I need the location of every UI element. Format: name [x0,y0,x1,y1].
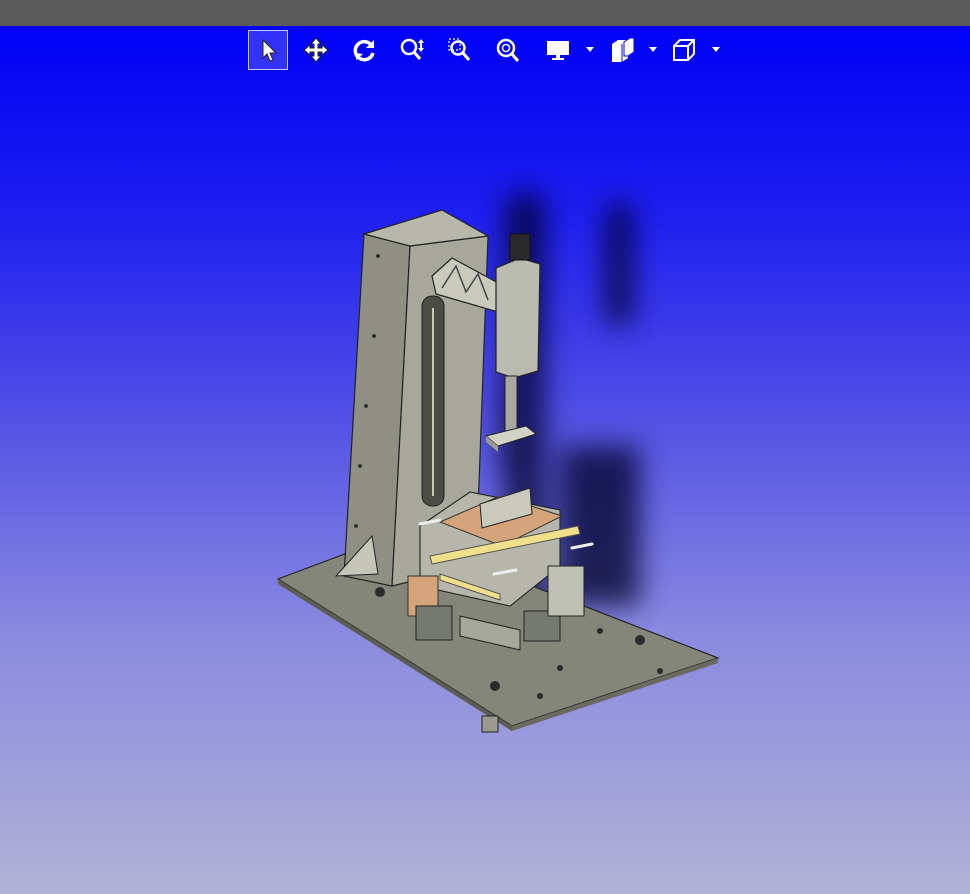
view-style-dropdown[interactable] [648,44,658,56]
display-mode-button[interactable] [538,30,578,70]
zoom-area-icon [448,38,471,61]
rotate-icon [353,39,375,62]
zoom-area-button[interactable] [440,30,480,70]
zoom-tool-button[interactable] [392,30,432,70]
pan-tool-button[interactable] [296,30,336,70]
select-tool-button[interactable] [248,30,288,70]
rotate-tool-button[interactable] [344,30,384,70]
zoom-updown-icon [400,38,424,60]
standard-view-button[interactable] [664,30,704,70]
zoom-fit-button[interactable] [488,30,528,70]
caret-down-icon [586,47,594,52]
caret-down-icon [649,47,657,52]
view-style-button[interactable] [602,30,642,70]
monitor-icon [547,41,569,60]
standard-view-dropdown[interactable] [711,44,721,56]
caret-down-icon [712,47,720,52]
shaded-cubes-icon [612,37,635,62]
window-titlebar [0,0,970,26]
iso-cube-icon [673,39,695,61]
z-axis-actuator [495,257,541,379]
view-toolbar [248,30,728,70]
3d-viewport[interactable] [0,26,970,894]
cad-assembly-model[interactable] [0,26,970,894]
pan-arrows-icon [303,37,329,63]
display-mode-dropdown[interactable] [585,44,595,56]
pointer-arrow-icon [262,38,278,62]
zoom-fit-icon [496,38,520,62]
